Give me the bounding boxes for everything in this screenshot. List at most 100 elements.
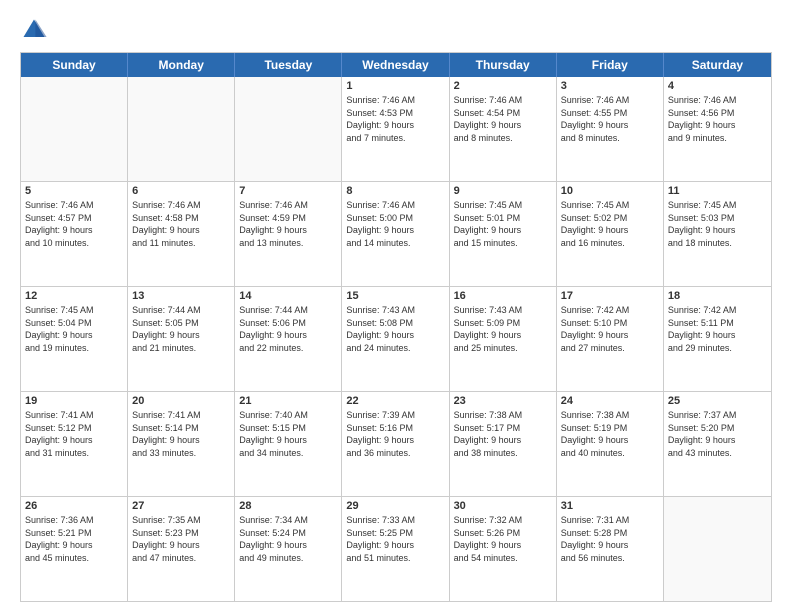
header-day-sunday: Sunday <box>21 53 128 77</box>
day-number-1: 1 <box>346 80 444 92</box>
day-number-30: 30 <box>454 500 552 512</box>
cell-info-day-2: Sunrise: 7:46 AM Sunset: 4:54 PM Dayligh… <box>454 94 552 144</box>
calendar-cell-day-29: 29 Sunrise: 7:33 AM Sunset: 5:25 PM Dayli… <box>342 497 449 601</box>
header-day-wednesday: Wednesday <box>342 53 449 77</box>
cell-info-day-15: Sunrise: 7:43 AM Sunset: 5:08 PM Dayligh… <box>346 304 444 354</box>
cell-info-day-28: Sunrise: 7:34 AM Sunset: 5:24 PM Dayligh… <box>239 514 337 564</box>
day-number-23: 23 <box>454 395 552 407</box>
logo-icon <box>20 16 48 44</box>
calendar-cell-day-2: 2 Sunrise: 7:46 AM Sunset: 4:54 PM Daylig… <box>450 77 557 181</box>
day-number-27: 27 <box>132 500 230 512</box>
calendar-cell-day-27: 27 Sunrise: 7:35 AM Sunset: 5:23 PM Dayli… <box>128 497 235 601</box>
day-number-4: 4 <box>668 80 767 92</box>
cell-info-day-30: Sunrise: 7:32 AM Sunset: 5:26 PM Dayligh… <box>454 514 552 564</box>
calendar-cell-day-10: 10 Sunrise: 7:45 AM Sunset: 5:02 PM Dayli… <box>557 182 664 286</box>
calendar-cell-empty <box>235 77 342 181</box>
cell-info-day-24: Sunrise: 7:38 AM Sunset: 5:19 PM Dayligh… <box>561 409 659 459</box>
day-number-12: 12 <box>25 290 123 302</box>
day-number-29: 29 <box>346 500 444 512</box>
cell-info-day-3: Sunrise: 7:46 AM Sunset: 4:55 PM Dayligh… <box>561 94 659 144</box>
cell-info-day-29: Sunrise: 7:33 AM Sunset: 5:25 PM Dayligh… <box>346 514 444 564</box>
day-number-3: 3 <box>561 80 659 92</box>
calendar-cell-day-14: 14 Sunrise: 7:44 AM Sunset: 5:06 PM Dayli… <box>235 287 342 391</box>
calendar-cell-day-30: 30 Sunrise: 7:32 AM Sunset: 5:26 PM Dayli… <box>450 497 557 601</box>
calendar-cell-day-15: 15 Sunrise: 7:43 AM Sunset: 5:08 PM Dayli… <box>342 287 449 391</box>
calendar-cell-day-17: 17 Sunrise: 7:42 AM Sunset: 5:10 PM Dayli… <box>557 287 664 391</box>
calendar-cell-day-21: 21Sunrise: 7:40 AM Sunset: 5:15 PM Dayli… <box>235 392 342 496</box>
day-number-13: 13 <box>132 290 230 302</box>
calendar-cell-day-7: 7 Sunrise: 7:46 AM Sunset: 4:59 PM Daylig… <box>235 182 342 286</box>
calendar-cell-day-25: 25 Sunrise: 7:37 AM Sunset: 5:20 PM Dayli… <box>664 392 771 496</box>
cell-info-day-17: Sunrise: 7:42 AM Sunset: 5:10 PM Dayligh… <box>561 304 659 354</box>
calendar-cell-day-8: 8Sunrise: 7:46 AM Sunset: 5:00 PM Daylig… <box>342 182 449 286</box>
cell-info-day-20: Sunrise: 7:41 AM Sunset: 5:14 PM Dayligh… <box>132 409 230 459</box>
day-number-17: 17 <box>561 290 659 302</box>
cell-info-day-6: Sunrise: 7:46 AM Sunset: 4:58 PM Dayligh… <box>132 199 230 249</box>
cell-info-day-5: Sunrise: 7:46 AM Sunset: 4:57 PM Dayligh… <box>25 199 123 249</box>
day-number-10: 10 <box>561 185 659 197</box>
header-day-tuesday: Tuesday <box>235 53 342 77</box>
day-number-22: 22 <box>346 395 444 407</box>
calendar-header: SundayMondayTuesdayWednesdayThursdayFrid… <box>21 53 771 77</box>
calendar-row-0: 1 Sunrise: 7:46 AM Sunset: 4:53 PM Daylig… <box>21 77 771 182</box>
calendar-cell-day-12: 12 Sunrise: 7:45 AM Sunset: 5:04 PM Dayli… <box>21 287 128 391</box>
calendar-body: 1 Sunrise: 7:46 AM Sunset: 4:53 PM Daylig… <box>21 77 771 601</box>
calendar-cell-day-6: 6 Sunrise: 7:46 AM Sunset: 4:58 PM Daylig… <box>128 182 235 286</box>
cell-info-day-4: Sunrise: 7:46 AM Sunset: 4:56 PM Dayligh… <box>668 94 767 144</box>
calendar-cell-day-9: 9Sunrise: 7:45 AM Sunset: 5:01 PM Daylig… <box>450 182 557 286</box>
header-day-saturday: Saturday <box>664 53 771 77</box>
cell-info-day-7: Sunrise: 7:46 AM Sunset: 4:59 PM Dayligh… <box>239 199 337 249</box>
day-number-25: 25 <box>668 395 767 407</box>
calendar-cell-day-31: 31 Sunrise: 7:31 AM Sunset: 5:28 PM Dayli… <box>557 497 664 601</box>
page: SundayMondayTuesdayWednesdayThursdayFrid… <box>0 0 792 612</box>
cell-info-day-13: Sunrise: 7:44 AM Sunset: 5:05 PM Dayligh… <box>132 304 230 354</box>
day-number-6: 6 <box>132 185 230 197</box>
calendar-cell-day-5: 5Sunrise: 7:46 AM Sunset: 4:57 PM Daylig… <box>21 182 128 286</box>
cell-info-day-25: Sunrise: 7:37 AM Sunset: 5:20 PM Dayligh… <box>668 409 767 459</box>
calendar-cell-day-11: 11Sunrise: 7:45 AM Sunset: 5:03 PM Dayli… <box>664 182 771 286</box>
day-number-24: 24 <box>561 395 659 407</box>
day-number-7: 7 <box>239 185 337 197</box>
calendar-row-2: 12 Sunrise: 7:45 AM Sunset: 5:04 PM Dayli… <box>21 287 771 392</box>
day-number-21: 21 <box>239 395 337 407</box>
header <box>20 16 772 44</box>
cell-info-day-19: Sunrise: 7:41 AM Sunset: 5:12 PM Dayligh… <box>25 409 123 459</box>
day-number-31: 31 <box>561 500 659 512</box>
day-number-14: 14 <box>239 290 337 302</box>
day-number-18: 18 <box>668 290 767 302</box>
calendar-cell-day-19: 19 Sunrise: 7:41 AM Sunset: 5:12 PM Dayli… <box>21 392 128 496</box>
calendar-row-4: 26 Sunrise: 7:36 AM Sunset: 5:21 PM Dayli… <box>21 497 771 601</box>
calendar-cell-day-13: 13 Sunrise: 7:44 AM Sunset: 5:05 PM Dayli… <box>128 287 235 391</box>
day-number-16: 16 <box>454 290 552 302</box>
calendar-cell-empty <box>21 77 128 181</box>
day-number-28: 28 <box>239 500 337 512</box>
cell-info-day-31: Sunrise: 7:31 AM Sunset: 5:28 PM Dayligh… <box>561 514 659 564</box>
cell-info-day-14: Sunrise: 7:44 AM Sunset: 5:06 PM Dayligh… <box>239 304 337 354</box>
day-number-15: 15 <box>346 290 444 302</box>
cell-info-day-26: Sunrise: 7:36 AM Sunset: 5:21 PM Dayligh… <box>25 514 123 564</box>
calendar-cell-day-22: 22 Sunrise: 7:39 AM Sunset: 5:16 PM Dayli… <box>342 392 449 496</box>
calendar-cell-day-4: 4 Sunrise: 7:46 AM Sunset: 4:56 PM Daylig… <box>664 77 771 181</box>
cell-info-day-1: Sunrise: 7:46 AM Sunset: 4:53 PM Dayligh… <box>346 94 444 144</box>
calendar-row-1: 5Sunrise: 7:46 AM Sunset: 4:57 PM Daylig… <box>21 182 771 287</box>
calendar-cell-empty <box>128 77 235 181</box>
day-number-2: 2 <box>454 80 552 92</box>
cell-info-day-18: Sunrise: 7:42 AM Sunset: 5:11 PM Dayligh… <box>668 304 767 354</box>
day-number-19: 19 <box>25 395 123 407</box>
calendar-cell-day-16: 16 Sunrise: 7:43 AM Sunset: 5:09 PM Dayli… <box>450 287 557 391</box>
cell-info-day-8: Sunrise: 7:46 AM Sunset: 5:00 PM Dayligh… <box>346 199 444 249</box>
cell-info-day-22: Sunrise: 7:39 AM Sunset: 5:16 PM Dayligh… <box>346 409 444 459</box>
calendar-cell-day-18: 18 Sunrise: 7:42 AM Sunset: 5:11 PM Dayli… <box>664 287 771 391</box>
cell-info-day-16: Sunrise: 7:43 AM Sunset: 5:09 PM Dayligh… <box>454 304 552 354</box>
calendar-row-3: 19 Sunrise: 7:41 AM Sunset: 5:12 PM Dayli… <box>21 392 771 497</box>
cell-info-day-9: Sunrise: 7:45 AM Sunset: 5:01 PM Dayligh… <box>454 199 552 249</box>
day-number-11: 11 <box>668 185 767 197</box>
calendar-cell-day-1: 1 Sunrise: 7:46 AM Sunset: 4:53 PM Daylig… <box>342 77 449 181</box>
calendar-cell-day-26: 26 Sunrise: 7:36 AM Sunset: 5:21 PM Dayli… <box>21 497 128 601</box>
cell-info-day-10: Sunrise: 7:45 AM Sunset: 5:02 PM Dayligh… <box>561 199 659 249</box>
cell-info-day-12: Sunrise: 7:45 AM Sunset: 5:04 PM Dayligh… <box>25 304 123 354</box>
calendar-cell-empty <box>664 497 771 601</box>
cell-info-day-27: Sunrise: 7:35 AM Sunset: 5:23 PM Dayligh… <box>132 514 230 564</box>
day-number-26: 26 <box>25 500 123 512</box>
calendar-cell-day-28: 28 Sunrise: 7:34 AM Sunset: 5:24 PM Dayli… <box>235 497 342 601</box>
